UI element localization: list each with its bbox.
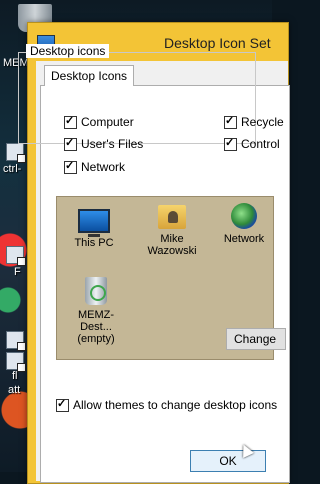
checkbox-recycle-bin[interactable]: Recycle <box>224 114 284 129</box>
icon-label: Network <box>223 233 265 245</box>
checkbox-label: Computer <box>81 115 134 129</box>
user-folder-icon <box>158 205 186 229</box>
checkbox-users-files[interactable]: User's Files <box>64 136 144 151</box>
checkbox-label: Allow themes to change desktop icons <box>73 398 278 412</box>
tab-desktop-icons[interactable]: Desktop Icons <box>44 65 135 86</box>
icon-label: Wazowski <box>147 245 197 257</box>
desktop-item-label: ctrl- <box>3 163 22 175</box>
checkbox-box[interactable] <box>64 114 77 129</box>
icon-label: (empty) <box>77 333 115 345</box>
checkbox-label: Network <box>81 160 126 174</box>
checkbox-computer[interactable]: Computer <box>64 114 134 129</box>
desktop-shortcut-icon[interactable] <box>6 352 26 372</box>
checkbox-box[interactable] <box>64 136 77 151</box>
list-item-network[interactable]: Network <box>213 203 273 245</box>
window-title: Desktop Icon Set <box>164 35 271 51</box>
list-item-user-files[interactable]: Mike Wazowski <box>141 203 203 257</box>
checkbox-control-panel[interactable]: Control <box>224 136 280 151</box>
checkbox-box[interactable] <box>224 114 237 129</box>
list-item-recycle-bin[interactable]: MEMZ-Dest... (empty) <box>65 277 127 345</box>
recycle-bin-icon <box>85 277 107 305</box>
network-icon <box>231 203 257 229</box>
this-pc-icon <box>78 209 110 237</box>
checkbox-label: Recycle <box>241 115 284 129</box>
checkbox-box[interactable] <box>56 397 69 412</box>
checkbox-network[interactable]: Network <box>64 159 126 174</box>
checkbox-box[interactable] <box>64 159 77 174</box>
icon-label: Mike <box>160 233 184 245</box>
desktop-shortcut-icon[interactable] <box>6 331 26 351</box>
desktop-item-label: fl <box>12 370 18 382</box>
desktop-shortcut-icon[interactable] <box>6 246 26 266</box>
change-icon-button[interactable]: Change <box>226 328 286 350</box>
checkbox-label: User's Files <box>81 137 144 151</box>
checkbox-label: Control <box>241 137 280 151</box>
icon-label: MEMZ-Dest... <box>77 309 115 333</box>
icon-label: This PC <box>74 237 114 249</box>
list-item-this-pc[interactable]: This PC <box>63 205 125 249</box>
desktop-shortcut-icon[interactable] <box>6 143 26 163</box>
group-label: Desktop icons <box>26 44 110 58</box>
allow-themes-checkbox[interactable]: Allow themes to change desktop icons <box>56 397 278 412</box>
desktop-item-label: F <box>14 266 21 278</box>
checkbox-box[interactable] <box>224 136 237 151</box>
desktop-item-label: att <box>8 384 21 396</box>
ok-button[interactable]: OK <box>190 450 266 472</box>
